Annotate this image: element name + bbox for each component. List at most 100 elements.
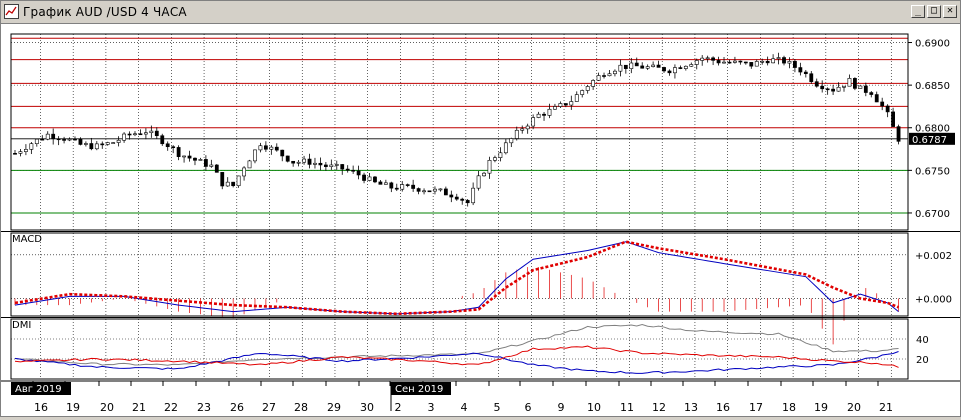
price-candle <box>460 197 465 205</box>
window-title: График AUD /USD 4 ЧАСА <box>23 5 187 19</box>
close-button[interactable]: ✕ <box>943 5 957 18</box>
price-axis-label: 0.6750 <box>915 166 950 177</box>
dmi-adx-line <box>14 324 899 366</box>
price-candle <box>656 60 661 68</box>
macd-line <box>14 241 899 315</box>
price-candle <box>296 159 301 167</box>
price-candle <box>558 101 563 108</box>
price-candle <box>585 84 590 94</box>
price-candle <box>825 87 830 95</box>
price-candle <box>313 157 317 169</box>
macd-axis-label: +0.002 <box>915 251 952 262</box>
price-candle <box>422 188 426 195</box>
price-candle <box>45 131 50 141</box>
price-candle <box>165 141 170 151</box>
price-candle <box>438 188 443 192</box>
price-candle <box>356 165 361 180</box>
price-candle <box>105 141 110 146</box>
price-candle <box>67 137 72 142</box>
price-candle <box>133 131 137 137</box>
dmi-axis-label: 40 <box>916 335 929 346</box>
day-label: 30 <box>360 401 374 414</box>
maximize-button[interactable]: □ <box>927 5 941 18</box>
price-candle <box>880 97 885 111</box>
price-candle <box>787 57 792 69</box>
price-candle <box>694 58 699 70</box>
day-label: 2 <box>395 401 402 414</box>
price-candle <box>351 165 356 174</box>
chart-area[interactable]: MACD DMI 0.6900 0.6850 0.6800 0.6750 0.6700 0… <box>1 24 960 416</box>
price-candle <box>602 72 606 79</box>
price-candle <box>858 85 863 89</box>
price-candle <box>214 163 219 173</box>
price-candle <box>269 145 274 155</box>
price-candle <box>803 69 808 78</box>
price-candle <box>285 155 290 163</box>
price-candle <box>569 95 574 110</box>
price-candle <box>449 190 454 203</box>
macd-axis-label: +0.000 <box>915 295 952 306</box>
price-candle <box>711 56 716 66</box>
price-candle <box>629 57 634 74</box>
day-label: 5 <box>494 401 501 414</box>
day-label: 16 <box>34 401 48 414</box>
price-candle <box>193 157 197 166</box>
price-candle <box>771 54 776 64</box>
day-label: 16 <box>716 401 730 414</box>
price-candle <box>51 128 56 145</box>
minimize-button[interactable]: _ <box>911 5 925 18</box>
price-candle <box>765 56 770 66</box>
price-candle <box>727 59 732 64</box>
price-candle <box>100 141 105 149</box>
price-candle <box>689 62 694 67</box>
price-candle <box>667 69 672 76</box>
day-label: 21 <box>879 401 893 414</box>
price-candle <box>847 74 852 87</box>
price-candle <box>503 138 508 155</box>
price-candle <box>493 155 497 163</box>
price-candle <box>394 183 399 192</box>
dmi-panel-title: DMI <box>12 320 31 331</box>
day-label: 4 <box>461 401 468 414</box>
price-candle <box>334 160 339 170</box>
price-candle <box>809 71 814 84</box>
price-candle <box>623 64 628 74</box>
day-label: 20 <box>847 401 861 414</box>
panel-frame <box>10 318 909 380</box>
day-label: 10 <box>587 401 601 414</box>
price-candle <box>416 187 421 195</box>
price-candle <box>198 157 203 161</box>
price-candle <box>520 125 525 134</box>
price-candle <box>754 59 759 67</box>
price-candle <box>84 141 88 147</box>
day-label: 26 <box>230 401 244 414</box>
day-label: 19 <box>814 401 828 414</box>
price-candle <box>863 82 868 97</box>
price-candle <box>498 147 503 162</box>
day-label: 21 <box>132 401 146 414</box>
price-candle <box>329 159 334 170</box>
price-candle <box>18 148 23 157</box>
day-label: 19 <box>66 401 80 414</box>
title-bar[interactable]: График AUD /USD 4 ЧАСА _ □ ✕ <box>1 1 960 24</box>
price-candle <box>683 65 688 71</box>
price-candle <box>607 70 612 77</box>
price-candle <box>34 138 39 147</box>
price-candle <box>536 111 541 119</box>
price-candle <box>471 182 476 206</box>
price-candle <box>362 172 366 184</box>
day-label: 27 <box>262 401 276 414</box>
day-label: 23 <box>197 401 211 414</box>
day-label: 13 <box>684 401 698 414</box>
price-candle <box>253 149 257 164</box>
price-candle <box>411 179 416 192</box>
price-candle <box>242 166 246 181</box>
price-candle <box>154 127 159 140</box>
price-candle <box>263 141 268 152</box>
month-label: Сен 2019 <box>395 384 443 395</box>
chart-canvas[interactable]: MACD DMI 0.69000.68500.68000.67500.67000… <box>1 24 960 416</box>
price-candle <box>738 60 743 65</box>
day-label: 22 <box>164 401 178 414</box>
price-candle <box>514 126 519 141</box>
price-candle <box>869 91 874 98</box>
